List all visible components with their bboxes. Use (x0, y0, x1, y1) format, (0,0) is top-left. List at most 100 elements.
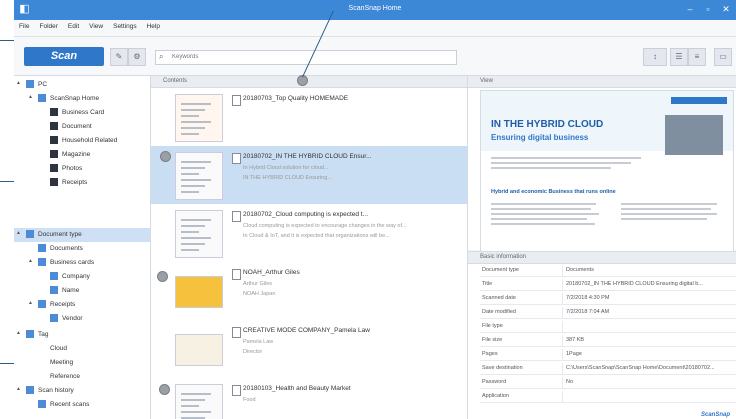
menu-file[interactable]: File (14, 20, 34, 30)
tree-item-tag[interactable]: ▲ Tag (14, 328, 150, 342)
edit-icon[interactable]: ✎ (110, 48, 128, 66)
info-row: Document type Documents (480, 265, 736, 277)
thumbnail-line (181, 133, 199, 135)
info-value[interactable]: C:\Users\ScanSnap\ScanSnap Home\Document… (566, 365, 715, 371)
menu-help[interactable]: Help (142, 20, 165, 30)
column-divider (562, 321, 563, 332)
maximize-button[interactable]: ▫ (700, 3, 716, 16)
folder-icon (50, 178, 58, 186)
tree-item-document-type[interactable]: ▲ Document type (14, 228, 150, 242)
tree-item-label: Recent scans (50, 401, 90, 408)
info-key: File type (482, 323, 503, 329)
tree-item-scansnap-home[interactable]: ▲ ScanSnap Home (14, 92, 150, 106)
tree-item-meeting[interactable]: Meeting (14, 356, 150, 370)
preview-text-line (621, 218, 707, 220)
document-thumbnail (175, 94, 223, 142)
folder-icon (50, 136, 58, 144)
list-item[interactable]: 20180702_Cloud computing is expected t..… (151, 204, 467, 263)
tree-item-name[interactable]: Name (14, 284, 150, 298)
list-view-icon[interactable]: ☰ (670, 48, 688, 66)
info-value[interactable]: 387 KB (566, 337, 584, 343)
expand-toggle-icon[interactable]: ▲ (28, 94, 33, 100)
list-item[interactable]: 20180702_IN THE HYBRID CLOUD Ensur... In … (151, 146, 467, 205)
tree-item-household-related[interactable]: Household Related (14, 134, 150, 148)
menu-view[interactable]: View (84, 20, 108, 30)
tree-item-label: Reference (50, 373, 80, 380)
scan-button[interactable]: Scan (24, 47, 104, 66)
tree-item-receipts[interactable]: Receipts (14, 176, 150, 190)
folder-icon (50, 108, 58, 116)
tree-item-company[interactable]: Company (14, 270, 150, 284)
detail-view-icon[interactable]: ≡ (688, 48, 706, 66)
preview-text-line (621, 208, 711, 210)
sort-icon[interactable]: ↕ (643, 48, 667, 66)
tree-item-label: Cloud (50, 345, 67, 352)
expand-toggle-icon[interactable]: ▲ (16, 80, 21, 86)
thumbnail-line (181, 399, 205, 401)
expand-toggle-icon[interactable]: ▲ (16, 230, 21, 236)
item-title: 20180702_Cloud computing is expected t..… (243, 211, 369, 218)
thumbnail-line (181, 237, 211, 239)
info-value[interactable]: 1Page (566, 351, 582, 357)
info-value[interactable]: Documents (566, 267, 594, 273)
folder-icon (50, 164, 58, 172)
info-value[interactable]: 7/2/2018 4:30 PM (566, 295, 609, 301)
info-value[interactable]: 7/2/2018 7:04 AM (566, 309, 609, 315)
info-row: Application (480, 391, 736, 403)
tree-item-document[interactable]: Document (14, 120, 150, 134)
item-title: 20180703_Top Quality HOMEMADE (243, 95, 349, 102)
menu-folder[interactable]: Folder (34, 20, 62, 30)
tree-item-pc[interactable]: ▲ PC (14, 78, 150, 92)
tree-item-label: Company (62, 273, 90, 280)
tree-item-magazine[interactable]: Magazine (14, 148, 150, 162)
app-window: ◧ ScanSnap Home – ▫ ✕ File Folder Edit View… (14, 0, 736, 419)
preview-section-heading: Hybrid and economic Business that runs o… (491, 189, 616, 195)
info-value[interactable]: 20180702_IN THE HYBRID CLOUD Ensuring di… (566, 281, 703, 287)
tree-item-reference[interactable]: Reference (14, 370, 150, 384)
document-preview[interactable]: IN THE HYBRID CLOUD Ensuring digital bus… (480, 90, 734, 252)
file-type-icon (232, 153, 241, 164)
list-item[interactable]: CREATIVE MODE COMPANY_Pamela Law Pamela L… (151, 320, 467, 379)
tree-item-label: Business cards (50, 259, 95, 266)
file-type-icon (232, 95, 241, 106)
tree-item-label: Scan history (38, 387, 74, 394)
menu-edit[interactable]: Edit (63, 20, 84, 30)
info-key: Pages (482, 351, 498, 357)
document-thumbnail (175, 152, 223, 200)
tree-item-documents[interactable]: Documents (14, 242, 150, 256)
expand-toggle-icon[interactable]: ▲ (16, 330, 21, 336)
minimize-button[interactable]: – (682, 3, 698, 16)
info-key: File size (482, 337, 503, 343)
tree-item-vendor[interactable]: Vendor (14, 312, 150, 326)
search-input[interactable] (172, 52, 442, 62)
thumbnail-line (181, 243, 205, 245)
info-value[interactable]: No (566, 379, 573, 385)
expand-toggle-icon[interactable]: ▲ (28, 300, 33, 306)
list-item[interactable]: 20180703_Top Quality HOMEMADE (151, 88, 467, 147)
tree-item-recent-scans[interactable]: Recent scans (14, 398, 150, 412)
column-divider (562, 265, 563, 276)
tree-item-business-cards[interactable]: ▲ Business cards (14, 256, 150, 270)
preview-banner (671, 97, 727, 104)
business-cards-icon (38, 258, 46, 266)
preview-text-line (491, 223, 595, 225)
settings-icon[interactable]: ⚙ (128, 48, 146, 66)
view-header-label: View (480, 78, 493, 84)
view-header: View (468, 76, 736, 88)
tree-item-photos[interactable]: Photos (14, 162, 150, 176)
info-key: Save destination (482, 365, 523, 371)
expand-toggle-icon[interactable]: ▲ (16, 386, 21, 392)
tree-item-cloud[interactable]: Cloud (14, 342, 150, 356)
preview-text-line (491, 203, 596, 205)
tree-item-business-card[interactable]: Business Card (14, 106, 150, 120)
close-button[interactable]: ✕ (718, 3, 734, 16)
panel-toggle-icon[interactable]: ▭ (714, 48, 732, 66)
list-item[interactable]: NOAH_Arthur Giles Arthur Giles NOAH Japan (151, 262, 467, 321)
menu-settings[interactable]: Settings (108, 20, 142, 30)
info-row: File type (480, 321, 736, 333)
tree-item-scan-history[interactable]: ▲ Scan history (14, 384, 150, 398)
tree-item-receipts[interactable]: ▲ Receipts (14, 298, 150, 312)
expand-toggle-icon[interactable]: ▲ (28, 258, 33, 264)
preview-text-line (621, 213, 717, 215)
list-item[interactable]: 20180103_Health and Beauty Market Food (151, 378, 467, 419)
